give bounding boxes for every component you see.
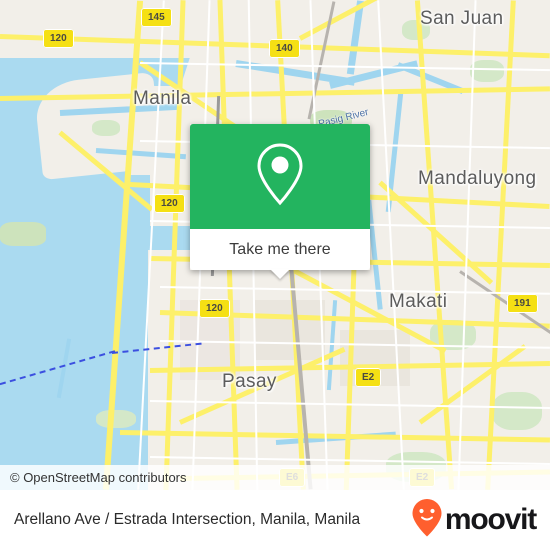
residential-block-1 <box>255 300 325 360</box>
city-label-san-juan: San Juan <box>420 8 504 29</box>
map-pin-icon <box>253 141 307 212</box>
moovit-map-screenshot: Pasig River San Juan Manila Mandaluyong … <box>0 0 550 550</box>
city-label-makati: Makati <box>389 291 448 312</box>
road-shield-e2-makati[interactable]: E2 <box>354 368 382 387</box>
take-me-there-button[interactable]: Take me there <box>190 229 370 270</box>
footer-bar: Arellano Ave / Estrada Intersection, Man… <box>0 490 550 550</box>
road-shield-145-north[interactable]: 145 <box>141 8 172 27</box>
green-area-intramuros <box>92 120 120 136</box>
green-area-ne <box>470 60 504 82</box>
road-shield-140[interactable]: 140 <box>269 39 300 58</box>
green-area-west <box>0 222 46 246</box>
popup-card-tail <box>270 269 290 279</box>
map-attribution-bar: © OpenStreetMap contributors <box>0 465 550 490</box>
city-label-pasay: Pasay <box>222 371 277 392</box>
green-area-pasay <box>96 410 136 428</box>
road-shield-120-west[interactable]: 120 <box>43 29 74 48</box>
road-shield-120-south[interactable]: 120 <box>199 299 230 318</box>
city-label-mandaluyong: Mandaluyong <box>418 168 537 189</box>
location-popup-card[interactable]: Take me there <box>190 124 370 279</box>
moovit-logo[interactable]: moovit <box>411 498 537 543</box>
place-title: Arellano Ave / Estrada Intersection, Man… <box>14 511 361 528</box>
take-me-there-label: Take me there <box>229 240 331 258</box>
road-shield-191[interactable]: 191 <box>507 294 538 313</box>
moovit-wordmark: moovit <box>444 503 537 536</box>
green-area-se <box>492 392 542 430</box>
city-label-manila: Manila <box>133 88 192 109</box>
moovit-pin-icon <box>411 498 443 543</box>
road-shield-120-mid[interactable]: 120 <box>154 194 185 213</box>
popup-card-header <box>190 124 370 229</box>
attribution-text[interactable]: © OpenStreetMap contributors <box>0 470 187 485</box>
map-canvas[interactable]: Pasig River San Juan Manila Mandaluyong … <box>0 0 550 490</box>
